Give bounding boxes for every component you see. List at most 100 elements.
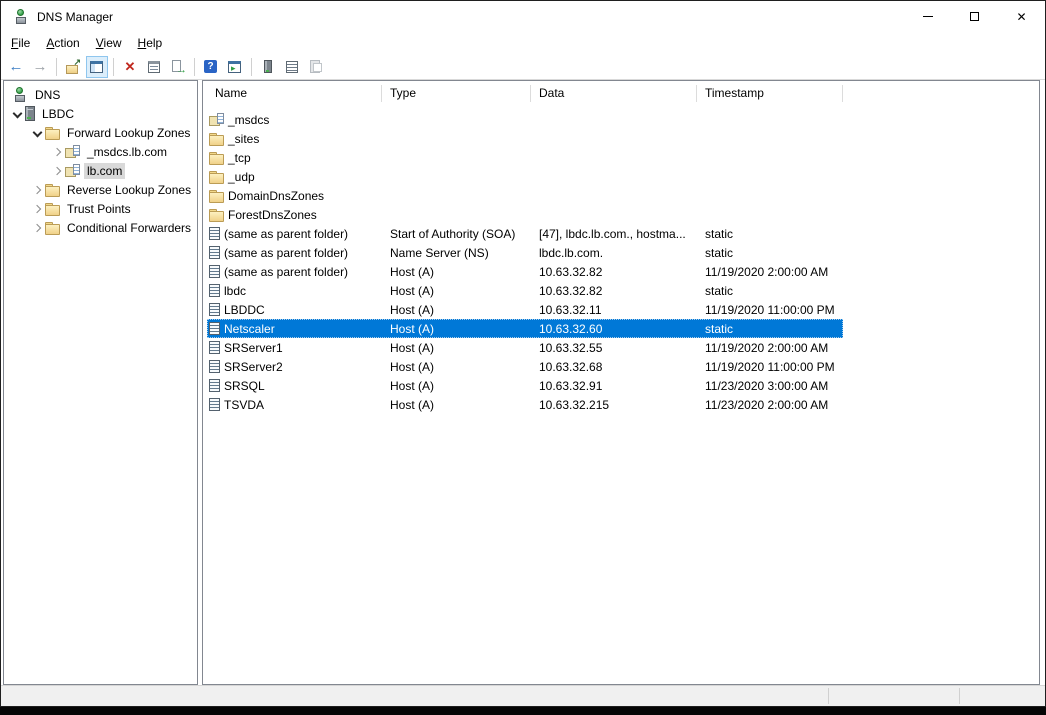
- new-window-button[interactable]: [224, 56, 246, 78]
- properties-icon: [146, 59, 162, 75]
- row-name: SRServer2: [224, 360, 283, 374]
- zone-icon: [65, 145, 80, 158]
- folder-icon: [209, 208, 224, 222]
- name-cell: LBDDC: [207, 303, 382, 317]
- forward-arrow-button[interactable]: [29, 56, 51, 78]
- timestamp-cell: static: [697, 284, 843, 298]
- back-arrow-icon: [8, 59, 24, 75]
- tree-item-lb-com[interactable]: lb.com: [4, 161, 197, 180]
- menu-help[interactable]: Help: [130, 33, 171, 53]
- close-button[interactable]: [998, 1, 1045, 32]
- toolbar-separator: [251, 58, 252, 76]
- record-list-icon: [284, 59, 300, 75]
- tree-item-label: Forward Lookup Zones: [64, 125, 193, 141]
- name-cell: SRServer2: [207, 360, 382, 374]
- tree-item-reverse-lookup-zones[interactable]: Reverse Lookup Zones: [4, 180, 197, 199]
- export-list-button[interactable]: [167, 56, 189, 78]
- data-cell: 10.63.32.82: [531, 265, 697, 279]
- row-name: _msdcs: [228, 113, 269, 127]
- folder-icon: [209, 189, 224, 203]
- record-icon: [209, 360, 220, 373]
- table-row-domaindnszones[interactable]: DomainDnsZones: [207, 186, 843, 205]
- table-row-srsql[interactable]: SRSQLHost (A)10.63.32.9111/23/2020 3:00:…: [207, 376, 843, 395]
- table-row-srserver2[interactable]: SRServer2Host (A)10.63.32.6811/19/2020 1…: [207, 357, 843, 376]
- dns-icon: [12, 87, 28, 103]
- name-cell: SRServer1: [207, 341, 382, 355]
- menu-file[interactable]: File: [3, 33, 38, 53]
- tree-item-lbdc[interactable]: LBDC: [4, 104, 197, 123]
- toolbar-separator: [56, 58, 57, 76]
- forward-arrow-icon: [32, 59, 48, 75]
- type-cell: Host (A): [382, 322, 531, 336]
- back-arrow-button[interactable]: [5, 56, 27, 78]
- column-header-type[interactable]: Type: [382, 85, 531, 102]
- data-cell: 10.63.32.91: [531, 379, 697, 393]
- data-cell: 10.63.32.68: [531, 360, 697, 374]
- delete-button[interactable]: [119, 56, 141, 78]
- table-row-same-as-parent-folder[interactable]: (same as parent folder)Start of Authorit…: [207, 224, 843, 243]
- expand-chevron-icon[interactable]: [49, 163, 65, 179]
- expand-chevron-icon[interactable]: [49, 144, 65, 160]
- data-cell: 10.63.32.82: [531, 284, 697, 298]
- tree-item-forward-lookup-zones[interactable]: Forward Lookup Zones: [4, 123, 197, 142]
- tree-item-label: Conditional Forwarders: [64, 220, 194, 236]
- table-row-forestdnszones[interactable]: ForestDnsZones: [207, 205, 843, 224]
- table-row-same-as-parent-folder[interactable]: (same as parent folder)Host (A)10.63.32.…: [207, 262, 843, 281]
- server-button[interactable]: [257, 56, 279, 78]
- table-row-tsvda[interactable]: TSVDAHost (A)10.63.32.21511/23/2020 2:00…: [207, 395, 843, 414]
- tree-item-label: Trust Points: [64, 201, 134, 217]
- collapse-chevron-icon[interactable]: [29, 125, 45, 141]
- table-row-netscaler[interactable]: NetscalerHost (A)10.63.32.60static: [207, 319, 843, 338]
- properties-button[interactable]: [143, 56, 165, 78]
- table-row-lbdc[interactable]: lbdcHost (A)10.63.32.82static: [207, 281, 843, 300]
- type-cell: Name Server (NS): [382, 246, 531, 260]
- table-row-msdcs[interactable]: _msdcs: [207, 110, 843, 129]
- row-name: (same as parent folder): [224, 227, 348, 241]
- tree-item-dns[interactable]: DNS: [4, 85, 197, 104]
- window-bottom-border: [0, 707, 1046, 715]
- row-name: lbdc: [224, 284, 246, 298]
- column-header-timestamp[interactable]: Timestamp: [697, 85, 843, 102]
- column-header-name[interactable]: Name: [207, 85, 382, 102]
- menu-view[interactable]: View: [88, 33, 130, 53]
- folder-icon: [209, 132, 224, 146]
- paste-button[interactable]: [305, 56, 327, 78]
- folder-icon: [45, 183, 60, 197]
- up-folder-button[interactable]: [62, 56, 84, 78]
- minimize-button[interactable]: [904, 1, 951, 32]
- delete-icon: [122, 59, 138, 75]
- record-icon: [209, 303, 220, 316]
- row-name: (same as parent folder): [224, 246, 348, 260]
- tree-item-conditional-forwarders[interactable]: Conditional Forwarders: [4, 218, 197, 237]
- expand-chevron-icon[interactable]: [29, 201, 45, 217]
- record-list-button[interactable]: [281, 56, 303, 78]
- table-row-tcp[interactable]: _tcp: [207, 148, 843, 167]
- window-controls: [904, 1, 1045, 32]
- expand-chevron-icon[interactable]: [29, 182, 45, 198]
- list-rows: _msdcs _sites_tcp _udp DomainDnsZonesForest…: [207, 110, 1039, 414]
- timestamp-cell: 11/19/2020 11:00:00 PM: [697, 303, 843, 317]
- main-content: DNSLBDC Forward Lookup Zones_msdcs.lb.com…: [1, 80, 1045, 685]
- name-cell: lbdc: [207, 284, 382, 298]
- maximize-button[interactable]: [951, 1, 998, 32]
- table-row-same-as-parent-folder[interactable]: (same as parent folder)Name Server (NS)l…: [207, 243, 843, 262]
- help-button[interactable]: [200, 56, 222, 78]
- column-header-data[interactable]: Data: [531, 85, 697, 102]
- name-cell: _udp: [207, 170, 382, 184]
- paste-icon: [308, 59, 324, 75]
- menu-action[interactable]: Action: [38, 33, 87, 53]
- record-icon: [209, 398, 220, 411]
- tree-item-msdcs-lb-com[interactable]: _msdcs.lb.com: [4, 142, 197, 161]
- tree-item-label: DNS: [32, 87, 63, 103]
- row-name: TSVDA: [224, 398, 264, 412]
- table-row-srserver1[interactable]: SRServer1Host (A)10.63.32.5511/19/2020 2…: [207, 338, 843, 357]
- table-row-lbddc[interactable]: LBDDCHost (A)10.63.32.1111/19/2020 11:00…: [207, 300, 843, 319]
- row-name: SRServer1: [224, 341, 283, 355]
- expand-chevron-icon[interactable]: [29, 220, 45, 236]
- timestamp-cell: 11/23/2020 2:00:00 AM: [697, 398, 843, 412]
- tree-item-trust-points[interactable]: Trust Points: [4, 199, 197, 218]
- collapse-chevron-icon[interactable]: [9, 106, 25, 122]
- table-row-udp[interactable]: _udp: [207, 167, 843, 186]
- console-tree-toggle-button[interactable]: [86, 56, 108, 78]
- table-row-sites[interactable]: _sites: [207, 129, 843, 148]
